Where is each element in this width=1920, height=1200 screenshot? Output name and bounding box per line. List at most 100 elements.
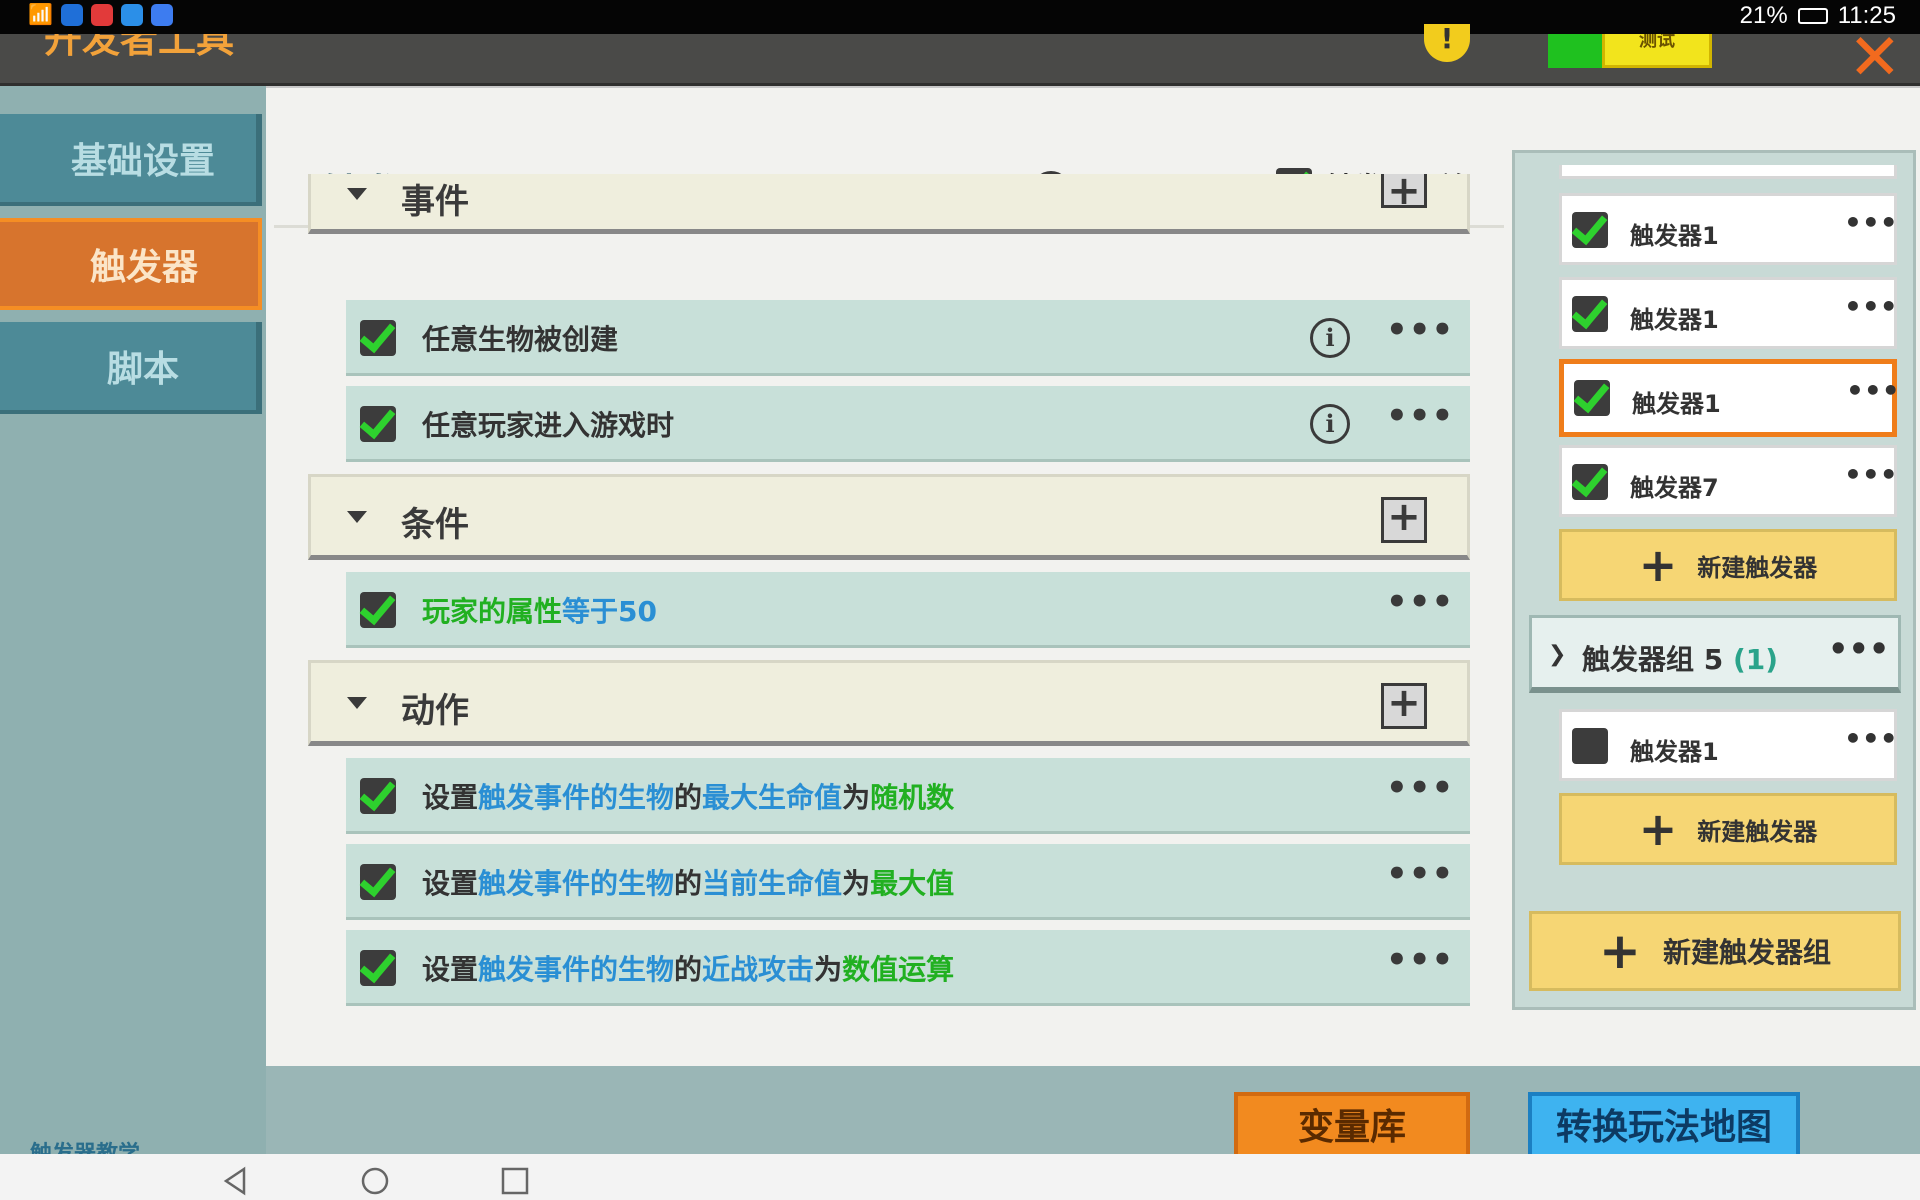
test-button[interactable]: 测试 [1602, 34, 1712, 68]
add-action-button[interactable]: + [1381, 683, 1427, 729]
checkbox-icon[interactable] [1572, 728, 1608, 764]
music-app-icon [150, 3, 173, 26]
info-icon[interactable]: i [1310, 318, 1350, 358]
event-text: 任意玩家进入游戏时 [422, 409, 675, 442]
more-options-icon[interactable]: ••• [1386, 582, 1454, 622]
action-attribute[interactable]: 当前生命值 [702, 867, 842, 900]
checkbox-icon[interactable] [360, 778, 396, 814]
app-notification-icon [60, 3, 83, 26]
new-trigger-label: 新建触发器 [1697, 817, 1818, 846]
trigger-item-name: 触发器1 [1630, 738, 1719, 766]
event-text: 任意生物被创建 [422, 323, 619, 356]
variable-library-button[interactable]: 变量库 [1234, 1092, 1470, 1162]
collapse-arrow-icon[interactable] [347, 511, 367, 523]
trigger-item[interactable]: 触发器1 ••• [1559, 277, 1898, 349]
checkbox-icon[interactable] [360, 864, 396, 900]
warning-icon[interactable]: ! [1424, 24, 1470, 62]
checkbox-icon[interactable] [360, 320, 396, 356]
more-options-icon[interactable]: ••• [1386, 310, 1454, 350]
checkbox-icon[interactable] [1572, 464, 1608, 500]
tab-script[interactable]: 脚本 [0, 322, 262, 414]
search-app-icon [120, 3, 143, 26]
trigger-item-partial[interactable] [1559, 165, 1897, 179]
status-icons: 📶 [28, 2, 173, 27]
status-bar: 📶 21% 11:25 [0, 0, 1920, 34]
checkbox-icon[interactable] [1572, 296, 1608, 332]
action-value[interactable]: 随机数 [870, 781, 954, 814]
add-condition-button[interactable]: + [1381, 497, 1427, 543]
new-trigger-button[interactable]: + 新建触发器 [1559, 529, 1897, 601]
action-row[interactable]: 设置触发事件的生物的当前生命值为最大值 ••• [346, 844, 1470, 920]
condition-subject[interactable]: 玩家的属性 [422, 595, 562, 628]
condition-row[interactable]: 玩家的属性等于50 ••• [346, 572, 1470, 648]
action-value[interactable]: 最大值 [870, 867, 954, 900]
checkbox-icon[interactable] [360, 950, 396, 986]
top-bar: 开发者工具 ! 测试 ✕ [0, 24, 1920, 90]
event-section-header[interactable]: 事件 + [308, 171, 1470, 234]
recents-icon[interactable] [500, 1166, 530, 1196]
info-icon[interactable]: i [1310, 404, 1350, 444]
more-options-icon[interactable]: ••• [1386, 940, 1454, 980]
home-icon[interactable] [360, 1166, 390, 1196]
trigger-item-name: 触发器1 [1630, 306, 1719, 334]
action-target[interactable]: 触发事件的生物 [478, 953, 674, 986]
condition-value[interactable]: 50 [618, 595, 657, 628]
condition-operator[interactable]: 等于 [562, 595, 618, 628]
action-attribute[interactable]: 近战攻击 [702, 953, 814, 986]
more-options-icon[interactable]: ••• [1386, 854, 1454, 894]
checkbox-icon[interactable] [360, 592, 396, 628]
more-options-icon[interactable]: ••• [1844, 722, 1898, 755]
back-icon[interactable] [220, 1166, 250, 1196]
more-options-icon[interactable]: ••• [1844, 206, 1898, 239]
close-icon[interactable]: ✕ [1848, 26, 1902, 90]
trigger-item[interactable]: 触发器1 ••• [1559, 193, 1898, 265]
more-options-icon[interactable]: ••• [1844, 290, 1898, 323]
wifi-icon: 📶 [28, 4, 53, 26]
app-notification-icon [90, 3, 113, 26]
action-word: 设置 [422, 781, 479, 814]
tab-basic-settings[interactable]: 基础设置 [0, 114, 262, 206]
action-value[interactable]: 数值运算 [842, 953, 954, 986]
new-trigger-group-label: 新建触发器组 [1662, 936, 1831, 969]
action-text: 设置触发事件的生物的近战攻击为数值运算 [422, 948, 954, 988]
more-options-icon[interactable]: ••• [1386, 768, 1454, 808]
action-attribute[interactable]: 最大生命值 [702, 781, 842, 814]
more-options-icon[interactable]: ••• [1846, 374, 1900, 407]
event-row[interactable]: 任意生物被创建 i ••• [346, 300, 1470, 376]
action-target[interactable]: 触发事件的生物 [478, 781, 674, 814]
battery-icon [1797, 8, 1828, 24]
status-indicator [1548, 34, 1602, 68]
collapse-arrow-icon[interactable] [347, 697, 367, 709]
convert-map-button[interactable]: 转换玩法地图 [1528, 1092, 1800, 1162]
new-trigger-label: 新建触发器 [1697, 553, 1818, 582]
chevron-down-icon[interactable]: ❯ [1548, 642, 1566, 667]
trigger-item[interactable]: 触发器1 ••• [1559, 709, 1898, 781]
event-row[interactable]: 任意玩家进入游戏时 i ••• [346, 386, 1470, 462]
action-row[interactable]: 设置触发事件的生物的最大生命值为随机数 ••• [346, 758, 1470, 834]
tab-triggers[interactable]: 触发器 [0, 218, 262, 310]
action-section-header[interactable]: 动作 + [308, 660, 1470, 746]
new-trigger-group-button[interactable]: + 新建触发器组 [1529, 911, 1901, 991]
collapse-arrow-icon[interactable] [347, 188, 367, 200]
action-word: 为 [842, 867, 871, 900]
action-row[interactable]: 设置触发事件的生物的近战攻击为数值运算 ••• [346, 930, 1470, 1006]
trigger-item-selected[interactable]: 触发器1 ••• [1559, 359, 1900, 437]
add-event-button[interactable]: + [1381, 171, 1427, 211]
group-count: (1) [1732, 643, 1779, 676]
action-word: 设置 [422, 867, 479, 900]
checkbox-icon[interactable] [1572, 212, 1608, 248]
trigger-group-name: 触发器组 5 (1) [1582, 638, 1778, 678]
more-options-icon[interactable]: ••• [1844, 458, 1898, 491]
more-options-icon[interactable]: ••• [1828, 630, 1889, 668]
new-trigger-button[interactable]: + 新建触发器 [1559, 793, 1897, 865]
trigger-group-header[interactable]: ❯ 触发器组 5 (1) ••• [1529, 615, 1901, 693]
plus-icon: + [1638, 802, 1678, 856]
trigger-item[interactable]: 触发器7 ••• [1559, 445, 1898, 517]
checkbox-icon[interactable] [1574, 380, 1610, 416]
checkbox-icon[interactable] [360, 406, 396, 442]
condition-section-header[interactable]: 条件 + [308, 474, 1470, 560]
more-options-icon[interactable]: ••• [1386, 396, 1454, 436]
action-target[interactable]: 触发事件的生物 [478, 867, 674, 900]
action-word: 设置 [422, 953, 479, 986]
trigger-list-panel[interactable]: 触发器1 ••• 触发器1 ••• 触发器1 ••• 触发器7 ••• + 新建… [1512, 150, 1916, 1010]
